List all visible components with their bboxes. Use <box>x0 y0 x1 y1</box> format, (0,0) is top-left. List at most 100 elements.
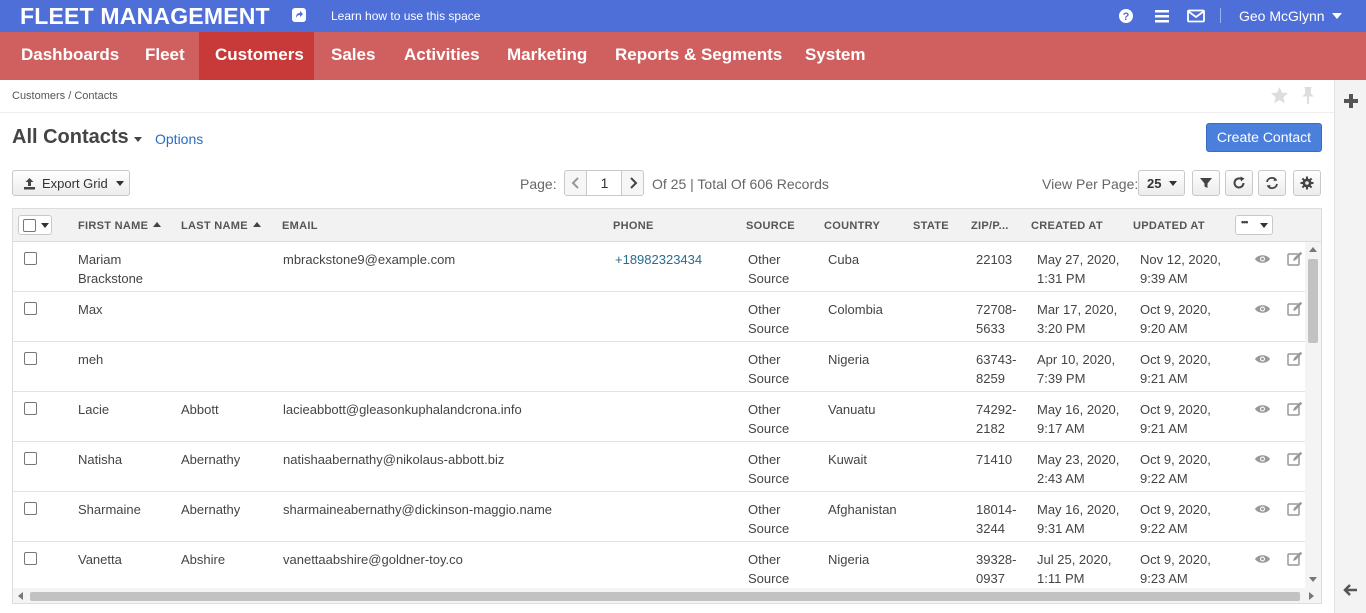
eye-icon[interactable] <box>1254 253 1271 268</box>
chevron-down-icon[interactable] <box>1332 13 1342 19</box>
scroll-up-arrow[interactable] <box>1309 247 1317 252</box>
row-checkbox[interactable] <box>24 552 37 565</box>
phone-cell[interactable]: +18982323434 <box>615 250 702 269</box>
column-country[interactable]: COUNTRY <box>824 220 880 232</box>
arrow-left-icon[interactable] <box>1343 582 1359 601</box>
previous-page-button[interactable] <box>565 171 587 195</box>
edit-icon[interactable] <box>1287 501 1303 519</box>
pin-icon[interactable] <box>1300 86 1316 108</box>
edit-icon[interactable] <box>1287 551 1303 569</box>
edit-icon[interactable] <box>1287 351 1303 369</box>
column-zip[interactable]: ZIP/P... <box>971 220 1009 232</box>
scroll-left-arrow[interactable] <box>18 592 23 600</box>
row-checkbox[interactable] <box>24 302 37 315</box>
create-contact-button[interactable]: Create Contact <box>1206 123 1322 152</box>
country-cell: Afghanistan <box>828 502 897 517</box>
horizontal-scroll-thumb[interactable] <box>30 592 1300 601</box>
plus-icon[interactable] <box>1344 94 1358 108</box>
row-checkbox[interactable] <box>24 252 37 265</box>
column-state[interactable]: STATE <box>913 220 949 232</box>
refresh-button[interactable] <box>1225 170 1253 196</box>
source-cell: Other Source <box>748 352 790 386</box>
scroll-down-arrow[interactable] <box>1309 577 1317 582</box>
share-icon[interactable] <box>292 8 306 22</box>
vertical-scroll-thumb[interactable] <box>1308 259 1318 343</box>
row-checkbox[interactable] <box>24 502 37 515</box>
eye-icon[interactable] <box>1254 403 1271 418</box>
column-source[interactable]: SOURCE <box>746 220 795 232</box>
page-number-input[interactable]: 1 <box>587 171 622 195</box>
nav-reports-segments[interactable]: Reports & Segments <box>599 32 798 80</box>
edit-icon[interactable] <box>1287 451 1303 469</box>
mail-icon[interactable] <box>1187 8 1205 24</box>
menu-icon[interactable] <box>1154 8 1170 24</box>
nav-sales[interactable]: Sales <box>315 32 391 80</box>
nav-fleet[interactable]: Fleet <box>129 32 201 80</box>
nav-system[interactable]: System <box>789 32 881 80</box>
nav-customers[interactable]: Customers <box>199 32 314 80</box>
created-at-cell: Mar 17, 2020, 3:20 PM <box>1037 302 1118 336</box>
column-updated-at[interactable]: UPDATED AT <box>1133 220 1205 232</box>
chevron-down-icon[interactable] <box>134 137 142 142</box>
chevron-down-icon[interactable] <box>41 223 49 228</box>
help-link[interactable]: Learn how to use this space <box>331 9 480 23</box>
filter-button[interactable] <box>1192 170 1220 196</box>
column-phone[interactable]: PHONE <box>613 220 654 232</box>
settings-button[interactable] <box>1293 170 1321 196</box>
email-cell[interactable]: natishaabernathy@nikolaus-abbott.biz <box>283 450 504 469</box>
select-all-checkbox[interactable] <box>23 219 36 232</box>
view-per-page-select[interactable]: 25 <box>1138 170 1185 196</box>
column-first-name[interactable]: FIRST NAME <box>78 220 162 232</box>
scroll-right-arrow[interactable] <box>1309 592 1314 600</box>
row-checkbox[interactable] <box>24 402 37 415</box>
nav-activities[interactable]: Activities <box>388 32 496 80</box>
created-at-cell: May 27, 2020, 1:31 PM <box>1037 252 1120 286</box>
eye-icon[interactable] <box>1254 353 1271 368</box>
created-at-cell: May 23, 2020, 2:43 AM <box>1037 452 1120 486</box>
eye-icon[interactable] <box>1254 503 1271 518</box>
horizontal-scrollbar[interactable] <box>13 588 1321 603</box>
zip-cell: 39328- 0937 <box>976 552 1017 586</box>
row-checkbox[interactable] <box>24 452 37 465</box>
edit-icon[interactable] <box>1287 251 1303 269</box>
user-menu[interactable]: Geo McGlynn <box>1239 8 1325 24</box>
row-checkbox[interactable] <box>24 352 37 365</box>
app-title[interactable]: FLEET MANAGEMENT <box>20 3 270 30</box>
divider <box>1220 8 1221 23</box>
select-all-dropdown[interactable] <box>18 215 52 235</box>
email-cell[interactable]: lacieabbott@gleasonkuphalandcrona.info <box>283 400 522 419</box>
page-title[interactable]: All Contacts <box>12 126 129 149</box>
table-row[interactable]: Sharmaine Abernathy sharmaineabernathy@dic… <box>13 492 1305 542</box>
table-row[interactable]: meh Other Source Nigeria 63743- 8259 Apr 10,… <box>13 342 1305 392</box>
options-link[interactable]: Options <box>155 131 203 147</box>
eye-icon[interactable] <box>1254 553 1271 568</box>
edit-icon[interactable] <box>1287 401 1303 419</box>
chevron-down-icon <box>1169 181 1177 186</box>
table-row[interactable]: Natisha Abernathy natishaabernathy@nikolau… <box>13 442 1305 492</box>
zip-cell: 71410 <box>976 452 1013 467</box>
export-grid-button[interactable]: Export Grid <box>12 170 130 196</box>
help-icon[interactable]: ? <box>1118 8 1134 24</box>
star-icon[interactable] <box>1270 86 1289 108</box>
reset-button[interactable] <box>1258 170 1286 196</box>
column-email[interactable]: EMAIL <box>282 220 318 232</box>
table-row[interactable]: Lacie Abbott lacieabbott@gleasonkuphalandc… <box>13 392 1305 442</box>
vertical-scrollbar[interactable] <box>1305 242 1321 588</box>
actions-column-menu[interactable]: ••• <box>1235 215 1273 235</box>
next-page-button[interactable] <box>621 171 643 195</box>
edit-icon[interactable] <box>1287 301 1303 319</box>
right-rail <box>1334 80 1366 613</box>
breadcrumb[interactable]: Customers / Contacts <box>12 90 118 102</box>
eye-icon[interactable] <box>1254 303 1271 318</box>
nav-marketing[interactable]: Marketing <box>491 32 603 80</box>
nav-dashboards[interactable]: Dashboards <box>0 32 140 80</box>
table-row[interactable]: Mariam Brackstone mbrackstone9@example.co… <box>13 242 1305 292</box>
table-row[interactable]: Max Other Source Colombia 72708- 5633 Mar 17… <box>13 292 1305 342</box>
email-cell[interactable]: mbrackstone9@example.com <box>283 250 455 269</box>
eye-icon[interactable] <box>1254 453 1271 468</box>
email-cell[interactable]: vanettaabshire@goldner-toy.co <box>283 550 463 569</box>
column-created-at[interactable]: CREATED AT <box>1031 220 1103 232</box>
table-row[interactable]: Vanetta Abshire vanettaabshire@goldner-toy… <box>13 542 1305 592</box>
email-cell[interactable]: sharmaineabernathy@dickinson-maggio.name <box>283 500 552 519</box>
column-last-name[interactable]: LAST NAME <box>181 220 261 232</box>
